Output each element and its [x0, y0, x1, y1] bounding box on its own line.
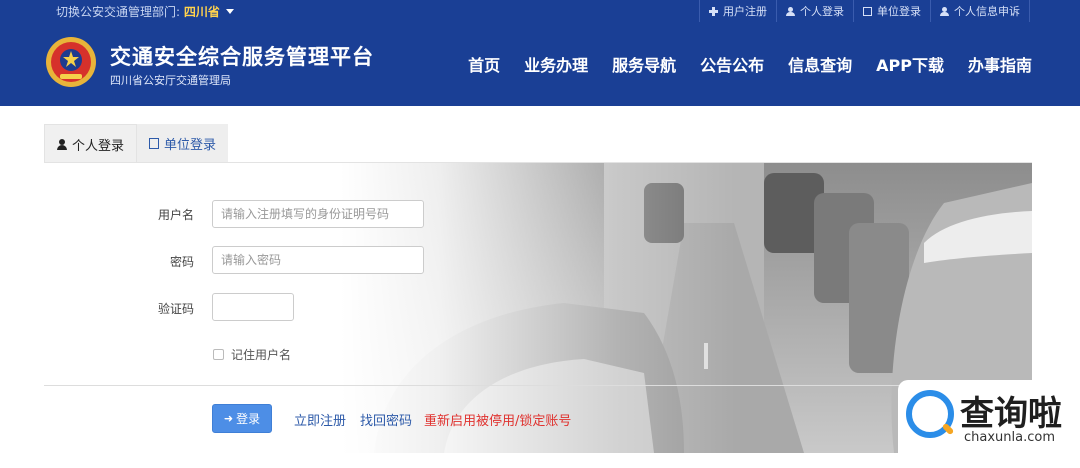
form-divider — [44, 385, 1032, 386]
register-link[interactable]: 立即注册 — [294, 410, 346, 429]
login-panel: 用户名 密码 验证码 记住用户名 ➜ 登录 立即注册 找回密码 重新启用被停用/… — [44, 163, 1032, 453]
top-link-label: 个人信息申诉 — [954, 5, 1020, 18]
login-button[interactable]: ➜ 登录 — [212, 404, 272, 433]
remember-checkbox[interactable] — [213, 349, 224, 360]
user-icon — [57, 138, 67, 150]
tab-personal-login[interactable]: 个人登录 — [44, 124, 138, 163]
user-icon — [940, 6, 949, 16]
top-link-appeal[interactable]: 个人信息申诉 — [930, 0, 1030, 22]
captcha-label: 验证码 — [157, 302, 194, 316]
username-label: 用户名 — [157, 208, 194, 222]
login-button-label: 登录 — [236, 412, 261, 426]
sign-in-icon: ➜ — [223, 412, 234, 425]
site-subtitle: 四川省公安厅交通管理局 — [110, 74, 231, 87]
nav-item-home[interactable]: 首页 — [468, 52, 500, 76]
tab-label: 单位登录 — [164, 138, 217, 153]
reactivate-account-link[interactable]: 重新启用被停用/锁定账号 — [424, 410, 571, 429]
main-nav: 首页 业务办理 服务导航 公告公布 信息查询 APP下载 办事指南 — [444, 22, 1032, 106]
nav-item-app-download[interactable]: APP下载 — [876, 52, 944, 76]
watermark-url: chaxunla.com — [964, 430, 1055, 445]
user-icon — [786, 6, 795, 16]
top-link-label: 用户注册 — [723, 5, 767, 18]
top-link-label: 单位登录 — [877, 5, 921, 18]
document-icon — [863, 6, 872, 16]
nav-item-business[interactable]: 业务办理 — [524, 52, 588, 76]
nav-item-info-query[interactable]: 信息查询 — [788, 52, 852, 76]
top-link-personal-login[interactable]: 个人登录 — [776, 0, 853, 22]
site-header: 交通安全综合服务管理平台 四川省公安厅交通管理局 首页 业务办理 服务导航 公告… — [0, 22, 1080, 106]
password-label: 密码 — [169, 255, 194, 269]
region-prefix: 切换公安交通管理部门: — [56, 5, 184, 19]
chaxunla-watermark: 查询啦 chaxunla.com — [898, 380, 1080, 468]
nav-item-guide[interactable]: 办事指南 — [968, 52, 1032, 76]
top-link-label: 个人登录 — [800, 5, 844, 18]
top-link-unit-login[interactable]: 单位登录 — [853, 0, 930, 22]
login-tabs: 个人登录 单位登录 — [44, 124, 229, 163]
username-input[interactable] — [212, 200, 424, 228]
password-input[interactable] — [212, 246, 424, 274]
captcha-input[interactable] — [212, 293, 294, 321]
region-switcher[interactable]: 切换公安交通管理部门: 四川省 — [56, 3, 234, 20]
magnifier-logo-icon — [906, 390, 954, 438]
nav-item-service-guide[interactable]: 服务导航 — [612, 52, 676, 76]
plus-icon — [709, 6, 718, 16]
recover-password-link[interactable]: 找回密码 — [360, 410, 412, 429]
tab-unit-login[interactable]: 单位登录 — [137, 124, 229, 163]
tab-label: 个人登录 — [72, 138, 125, 154]
document-icon — [149, 138, 160, 149]
police-emblem-logo[interactable] — [45, 36, 97, 88]
top-bar: 切换公安交通管理部门: 四川省 用户注册 个人登录 单位登录 个人信息申诉 — [0, 0, 1080, 22]
site-title: 交通安全综合服务管理平台 — [110, 45, 374, 69]
top-link-register[interactable]: 用户注册 — [699, 0, 776, 22]
watermark-title: 查询啦 — [960, 394, 1062, 434]
top-links: 用户注册 个人登录 单位登录 个人信息申诉 — [699, 0, 1030, 22]
nav-item-announcements[interactable]: 公告公布 — [700, 52, 764, 76]
remember-label[interactable]: 记住用户名 — [231, 346, 291, 363]
region-name: 四川省 — [183, 5, 220, 19]
caret-down-icon — [225, 9, 234, 14]
